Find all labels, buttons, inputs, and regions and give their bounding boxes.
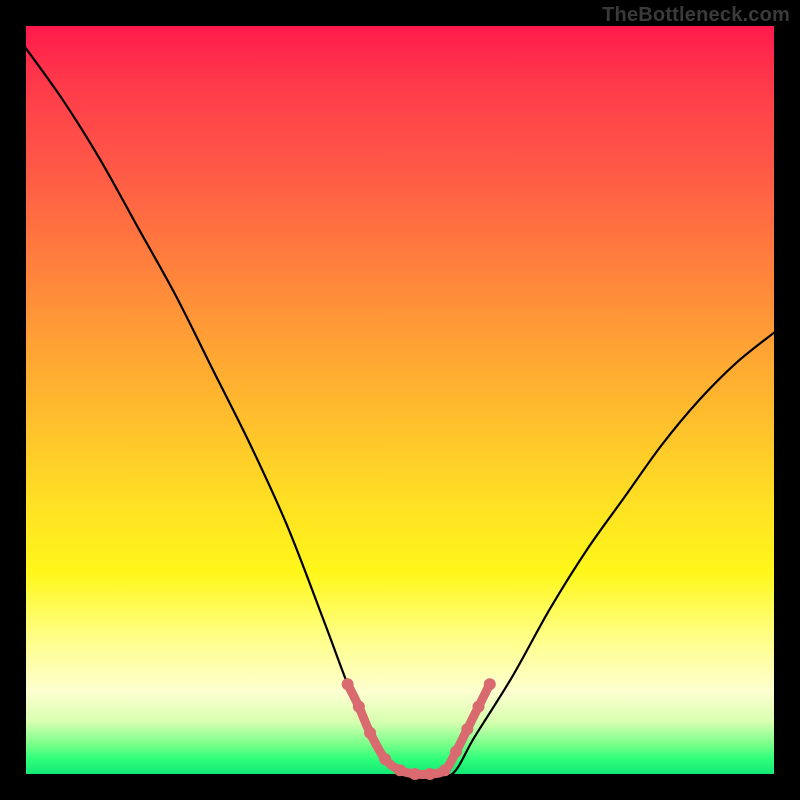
fit-marker	[353, 701, 365, 713]
fit-line-with-markers	[342, 678, 496, 780]
fit-marker	[364, 727, 376, 739]
watermark-text: TheBottleneck.com	[602, 4, 790, 27]
fit-marker	[484, 678, 496, 690]
fit-marker	[450, 746, 462, 758]
chart-svg	[26, 26, 774, 774]
fit-marker	[424, 768, 436, 780]
fit-marker	[409, 768, 421, 780]
plot-area	[26, 26, 774, 774]
fit-marker	[342, 678, 354, 690]
fit-marker	[439, 764, 451, 776]
fit-marker	[379, 753, 391, 765]
chart-stage: TheBottleneck.com	[0, 0, 800, 800]
fit-marker	[394, 764, 406, 776]
curve-line	[26, 48, 774, 776]
fit-marker	[473, 701, 485, 713]
fit-marker	[461, 723, 473, 735]
